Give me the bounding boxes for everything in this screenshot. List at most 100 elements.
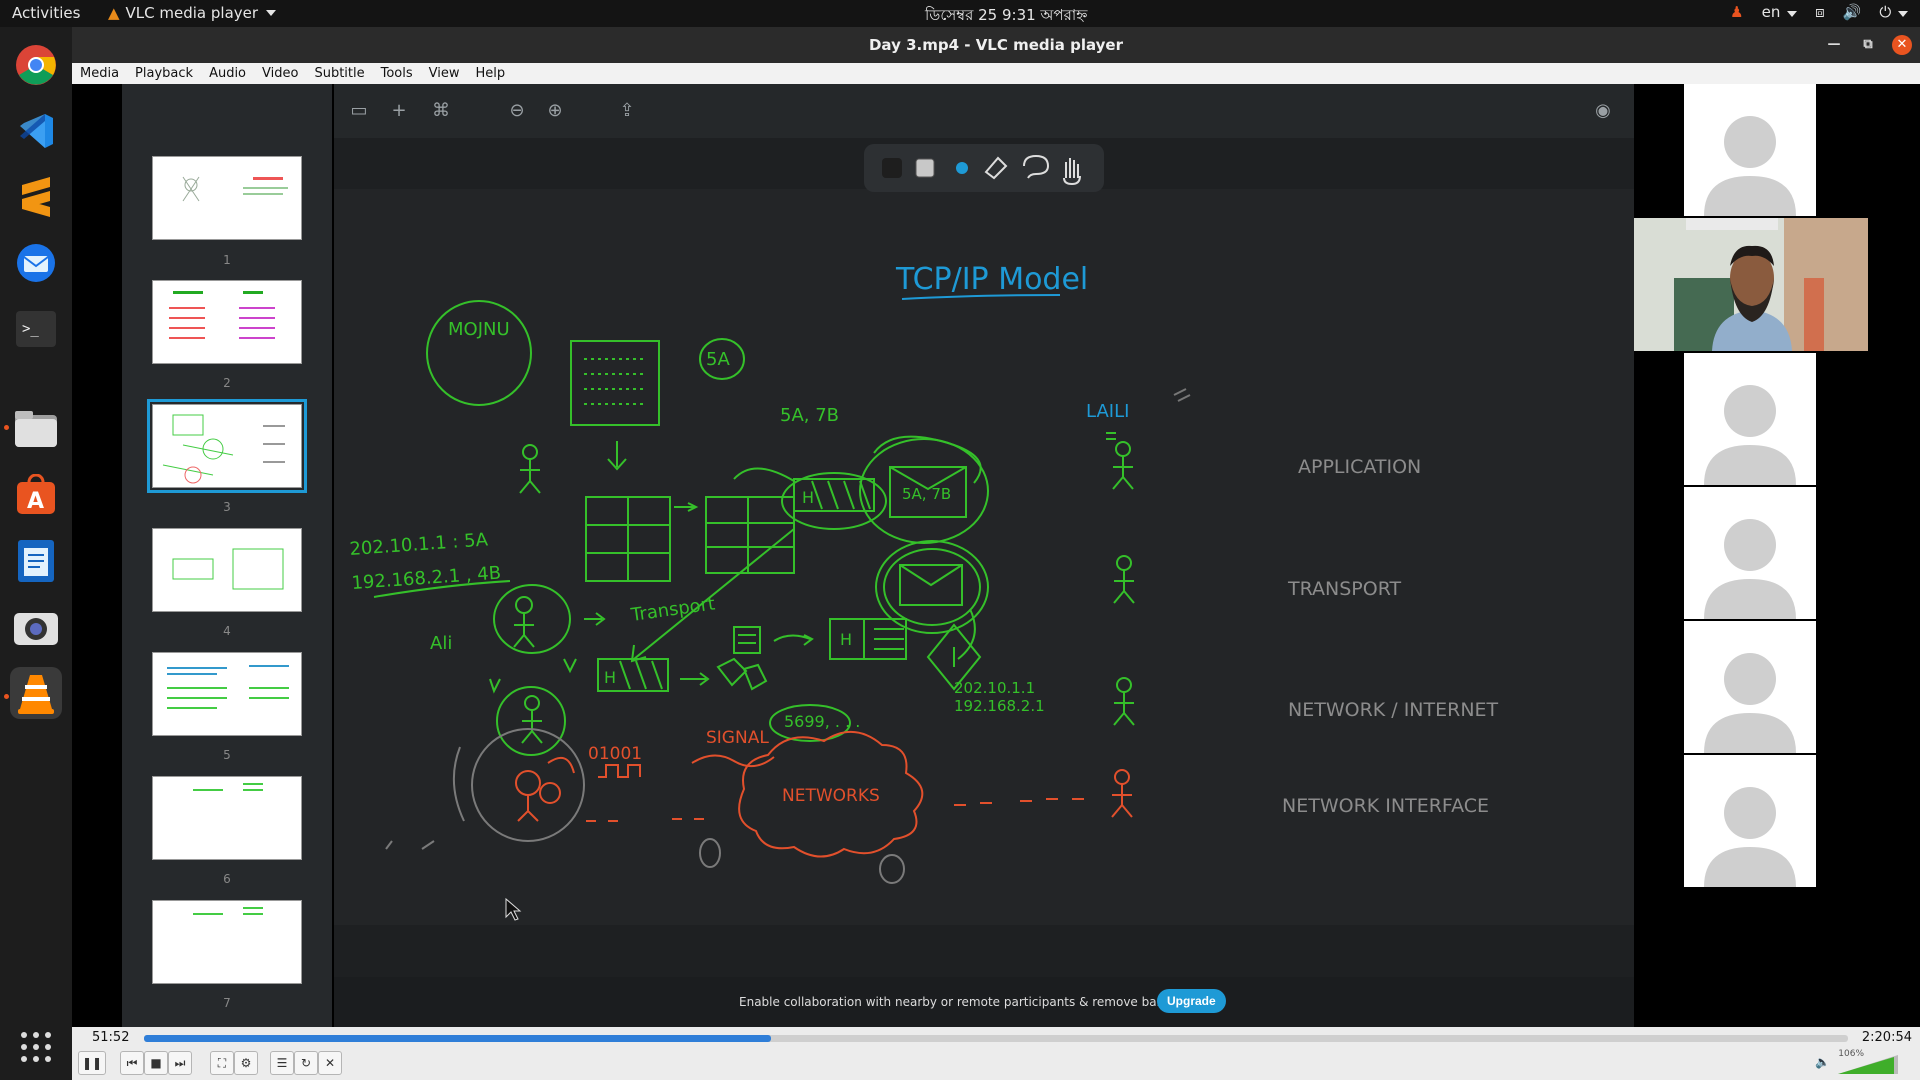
accessibility-icon[interactable]: ♟: [1730, 3, 1743, 21]
board-title: TCP/IP Model: [895, 262, 1088, 297]
label-ali: Ali: [430, 633, 452, 654]
volume-icon[interactable]: 🔊: [1843, 3, 1862, 21]
previous-icon[interactable]: ⏮: [120, 1051, 144, 1075]
avatar-icon: [1704, 653, 1796, 753]
window-titlebar[interactable]: Day 3.mp4 - VLC media player — ⧉ ✕: [72, 27, 1920, 63]
power-icon[interactable]: ⏻: [1879, 3, 1908, 21]
label-signal: SIGNAL: [706, 728, 769, 748]
slide-number: 6: [223, 872, 231, 886]
restore-button[interactable]: ⧉: [1858, 35, 1878, 55]
activities-button[interactable]: Activities: [12, 4, 80, 22]
participant-tile: [1684, 84, 1816, 216]
label-mojnu: MOJNU: [448, 319, 510, 340]
camera-icon[interactable]: [10, 601, 62, 653]
network-icon[interactable]: ⧈: [1815, 3, 1825, 21]
collaborate-icon[interactable]: ◉: [1590, 98, 1616, 124]
slide-thumb-7[interactable]: [152, 900, 302, 984]
color-swatch-dark: [882, 158, 902, 178]
running-indicator: [4, 425, 9, 430]
label-ip1: 202.10.1.1 : 5A: [349, 529, 489, 560]
participant-tile: [1684, 621, 1816, 753]
menu-subtitle[interactable]: Subtitle: [306, 66, 372, 81]
slide-thumb-5[interactable]: [152, 652, 302, 736]
seek-bar[interactable]: [144, 1035, 1848, 1042]
minimize-button[interactable]: —: [1824, 35, 1844, 55]
total-time: 2:20:54: [1861, 1030, 1912, 1045]
clock[interactable]: ডিসেম্বর 25 9:31 অপরাহ্ন: [925, 4, 1087, 29]
slide-thumb-2[interactable]: [152, 280, 302, 364]
terminal-icon[interactable]: >_: [10, 303, 62, 355]
vlc-icon[interactable]: [10, 667, 62, 719]
participant-tile: [1684, 487, 1816, 619]
share-icon[interactable]: ⇪: [614, 98, 640, 124]
vscode-icon[interactable]: [10, 105, 62, 157]
menu-audio[interactable]: Audio: [201, 66, 254, 81]
app-menu[interactable]: ▲ VLC media player: [108, 4, 277, 22]
upgrade-button[interactable]: Upgrade: [1157, 989, 1226, 1013]
collaboration-banner: Enable collaboration with nearby or remo…: [334, 977, 1634, 1027]
running-indicator: [4, 694, 9, 699]
avatar-icon: [1704, 519, 1796, 619]
pause-button[interactable]: ❚❚: [78, 1051, 106, 1075]
language-indicator[interactable]: en: [1762, 3, 1798, 21]
participant-tile: [1684, 353, 1816, 485]
banner-text: Enable collaboration with nearby or remo…: [739, 995, 1187, 1009]
files-icon[interactable]: [10, 403, 62, 455]
volume-slider[interactable]: 106%: [1838, 1049, 1898, 1075]
slide-sidebar: 1 2 3 4 5 6 7: [122, 84, 380, 1027]
zoom-out-icon[interactable]: ⊖: [504, 98, 530, 124]
next-icon[interactable]: ⏭: [168, 1051, 192, 1075]
slide-thumb-6[interactable]: [152, 776, 302, 860]
slide-number: 3: [223, 500, 231, 514]
whiteboard-canvas[interactable]: TCP/IP Model MOJNU 5A 5A, 7B 5A, 7B 202.…: [334, 189, 1634, 925]
label-networks: NETWORKS: [782, 786, 880, 806]
ubuntu-dock: >_ A: [0, 27, 72, 1080]
participant-tile: [1684, 755, 1816, 887]
zoom-in-icon[interactable]: ⊕: [542, 98, 568, 124]
label-h-top: H: [802, 488, 814, 507]
hand-icon: [1063, 158, 1081, 186]
extended-settings-icon[interactable]: ⚙: [234, 1051, 258, 1075]
layer-network-interface: NETWORK INTERFACE: [1282, 795, 1489, 817]
menu-view[interactable]: View: [421, 66, 468, 81]
seek-progress: [144, 1035, 772, 1042]
slide-thumb-3[interactable]: [147, 399, 307, 493]
menu-playback[interactable]: Playback: [127, 66, 201, 81]
playlist-icon[interactable]: ☰: [270, 1051, 294, 1075]
label-port: 5699, . . .: [784, 712, 860, 731]
software-icon[interactable]: A: [10, 469, 62, 521]
vlc-small-icon: ▲: [108, 4, 120, 22]
gnome-top-bar: Activities ▲ VLC media player ডিসেম্বর 2…: [0, 0, 1920, 27]
video-area[interactable]: 1 2 3 4 5 6 7 ▭ + ⌘ ⊖ ⊕ ⇪ ◉ TCP/IP Model…: [72, 84, 1920, 1027]
chrome-icon[interactable]: [10, 39, 62, 91]
writer-icon[interactable]: [10, 535, 62, 587]
eraser-icon: [984, 156, 1008, 180]
menu-tools[interactable]: Tools: [373, 66, 421, 81]
menu-media[interactable]: Media: [72, 66, 127, 81]
fullscreen-icon[interactable]: ⛶: [210, 1051, 234, 1075]
close-button[interactable]: ✕: [1892, 35, 1912, 55]
app-grid-icon[interactable]: [10, 1021, 62, 1073]
thunderbird-icon[interactable]: [10, 237, 62, 289]
pen-color-blue-icon: [956, 162, 968, 174]
label-bits: 01001: [588, 744, 642, 764]
slide-number: 2: [223, 376, 231, 390]
slide-thumb-4[interactable]: [152, 528, 302, 612]
speaker-icon[interactable]: 🔈: [1815, 1055, 1830, 1069]
pen-tools-bar: [864, 144, 1104, 192]
add-icon[interactable]: +: [386, 98, 412, 124]
sublime-icon[interactable]: [10, 171, 62, 223]
loop-icon[interactable]: ↻: [294, 1051, 318, 1075]
menu-video[interactable]: Video: [254, 66, 306, 81]
label-ip4: 192.168.2.1: [954, 697, 1045, 715]
shuffle-icon[interactable]: ✕: [318, 1051, 342, 1075]
menu-help[interactable]: Help: [468, 66, 514, 81]
sidebar-toggle-icon[interactable]: ▭: [346, 98, 372, 124]
label-sa: 5A: [706, 349, 730, 370]
label-sa-tb: 5A, 7B: [780, 405, 839, 426]
stop-icon[interactable]: ■: [144, 1051, 168, 1075]
slide-thumb-1[interactable]: [152, 156, 302, 240]
shapes-icon[interactable]: ⌘: [428, 98, 454, 124]
slide-number: 4: [223, 624, 231, 638]
mouse-cursor-icon: [505, 897, 522, 921]
